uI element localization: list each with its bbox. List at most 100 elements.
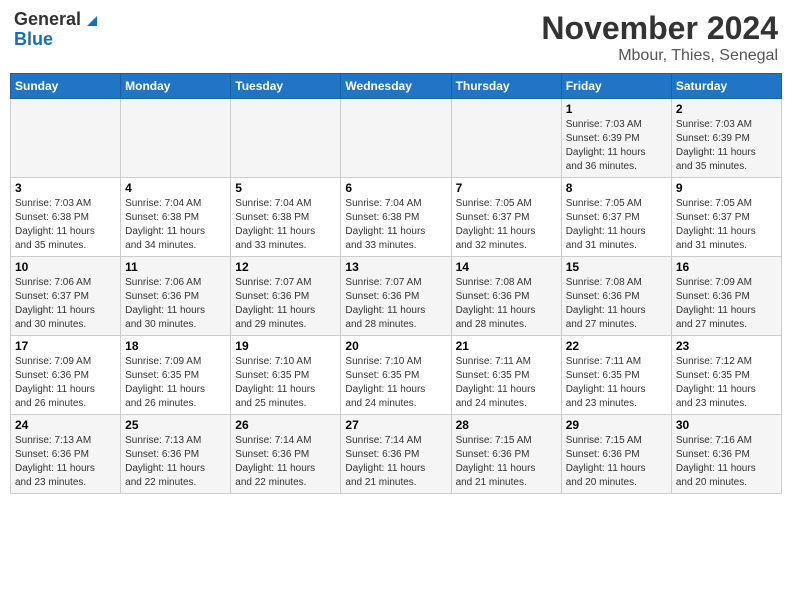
day-info-1-4: Sunrise: 7:05 AM Sunset: 6:37 PM Dayligh…	[456, 197, 557, 253]
day-cell-1-4: 7 Sunrise: 7:05 AM Sunset: 6:37 PM Daylig…	[451, 178, 561, 257]
day-info-1-2: Sunrise: 7:04 AM Sunset: 6:38 PM Dayligh…	[235, 197, 336, 253]
day-info-3-2: Sunrise: 7:10 AM Sunset: 6:35 PM Dayligh…	[235, 355, 336, 411]
day-info-1-5: Sunrise: 7:05 AM Sunset: 6:37 PM Dayligh…	[566, 197, 667, 253]
day-number-3-0: 17	[15, 339, 116, 353]
day-info-3-3: Sunrise: 7:10 AM Sunset: 6:35 PM Dayligh…	[345, 355, 446, 411]
day-number-1-3: 6	[345, 181, 446, 195]
day-number-2-5: 15	[566, 260, 667, 274]
day-number-4-1: 25	[125, 418, 226, 432]
day-cell-4-6: 30 Sunrise: 7:16 AM Sunset: 6:36 PM Dayli…	[671, 415, 781, 494]
day-cell-4-3: 27 Sunrise: 7:14 AM Sunset: 6:36 PM Dayli…	[341, 415, 451, 494]
day-cell-3-6: 23Sunrise: 7:12 AM Sunset: 6:35 PM Dayli…	[671, 336, 781, 415]
header-friday: Friday	[561, 74, 671, 99]
logo-triangle-icon	[83, 12, 99, 28]
day-cell-0-0	[11, 99, 121, 178]
day-cell-3-4: 21Sunrise: 7:11 AM Sunset: 6:35 PM Dayli…	[451, 336, 561, 415]
day-cell-3-3: 20 Sunrise: 7:10 AM Sunset: 6:35 PM Dayli…	[341, 336, 451, 415]
week-row-4: 24 Sunrise: 7:13 AM Sunset: 6:36 PM Dayli…	[11, 415, 782, 494]
day-info-2-1: Sunrise: 7:06 AM Sunset: 6:36 PM Dayligh…	[125, 276, 226, 332]
day-number-3-4: 21	[456, 339, 557, 353]
day-cell-1-6: 9 Sunrise: 7:05 AM Sunset: 6:37 PM Daylig…	[671, 178, 781, 257]
week-row-1: 3 Sunrise: 7:03 AM Sunset: 6:38 PM Daylig…	[11, 178, 782, 257]
day-info-1-3: Sunrise: 7:04 AM Sunset: 6:38 PM Dayligh…	[345, 197, 446, 253]
weekday-row: Sunday Monday Tuesday Wednesday Thursday…	[11, 74, 782, 99]
page-header: General Blue November 2024 Mbour, Thies,…	[10, 10, 782, 65]
day-info-2-2: Sunrise: 7:07 AM Sunset: 6:36 PM Dayligh…	[235, 276, 336, 332]
day-cell-2-1: 11 Sunrise: 7:06 AM Sunset: 6:36 PM Dayli…	[121, 257, 231, 336]
day-number-4-3: 27	[345, 418, 446, 432]
logo-blue: Blue	[14, 30, 99, 50]
day-cell-2-2: 12 Sunrise: 7:07 AM Sunset: 6:36 PM Dayli…	[231, 257, 341, 336]
day-info-4-4: Sunrise: 7:15 AM Sunset: 6:36 PM Dayligh…	[456, 434, 557, 490]
header-saturday: Saturday	[671, 74, 781, 99]
day-number-4-0: 24	[15, 418, 116, 432]
calendar-header: Sunday Monday Tuesday Wednesday Thursday…	[11, 74, 782, 99]
day-info-1-0: Sunrise: 7:03 AM Sunset: 6:38 PM Dayligh…	[15, 197, 116, 253]
day-number-3-5: 22	[566, 339, 667, 353]
day-number-2-6: 16	[676, 260, 777, 274]
day-cell-4-2: 26 Sunrise: 7:14 AM Sunset: 6:36 PM Dayli…	[231, 415, 341, 494]
day-number-0-5: 1	[566, 102, 667, 116]
day-number-2-2: 12	[235, 260, 336, 274]
day-number-4-4: 28	[456, 418, 557, 432]
day-cell-2-3: 13Sunrise: 7:07 AM Sunset: 6:36 PM Dayli…	[341, 257, 451, 336]
header-sunday: Sunday	[11, 74, 121, 99]
day-info-4-6: Sunrise: 7:16 AM Sunset: 6:36 PM Dayligh…	[676, 434, 777, 490]
day-cell-1-0: 3 Sunrise: 7:03 AM Sunset: 6:38 PM Daylig…	[11, 178, 121, 257]
day-cell-1-5: 8Sunrise: 7:05 AM Sunset: 6:37 PM Daylig…	[561, 178, 671, 257]
day-info-0-6: Sunrise: 7:03 AM Sunset: 6:39 PM Dayligh…	[676, 118, 777, 174]
day-cell-2-0: 10Sunrise: 7:06 AM Sunset: 6:37 PM Dayli…	[11, 257, 121, 336]
day-info-2-6: Sunrise: 7:09 AM Sunset: 6:36 PM Dayligh…	[676, 276, 777, 332]
day-cell-4-1: 25 Sunrise: 7:13 AM Sunset: 6:36 PM Dayli…	[121, 415, 231, 494]
day-cell-1-3: 6 Sunrise: 7:04 AM Sunset: 6:38 PM Daylig…	[341, 178, 451, 257]
day-number-4-2: 26	[235, 418, 336, 432]
day-cell-0-6: 2Sunrise: 7:03 AM Sunset: 6:39 PM Daylig…	[671, 99, 781, 178]
day-cell-2-4: 14 Sunrise: 7:08 AM Sunset: 6:36 PM Dayli…	[451, 257, 561, 336]
day-cell-1-2: 5 Sunrise: 7:04 AM Sunset: 6:38 PM Daylig…	[231, 178, 341, 257]
day-number-2-1: 11	[125, 260, 226, 274]
day-info-2-3: Sunrise: 7:07 AM Sunset: 6:36 PM Dayligh…	[345, 276, 446, 332]
week-row-0: 1 Sunrise: 7:03 AM Sunset: 6:39 PM Daylig…	[11, 99, 782, 178]
day-cell-2-5: 15 Sunrise: 7:08 AM Sunset: 6:36 PM Dayli…	[561, 257, 671, 336]
day-info-4-1: Sunrise: 7:13 AM Sunset: 6:36 PM Dayligh…	[125, 434, 226, 490]
day-number-2-4: 14	[456, 260, 557, 274]
logo-general: General	[14, 10, 81, 30]
header-monday: Monday	[121, 74, 231, 99]
day-info-3-5: Sunrise: 7:11 AM Sunset: 6:35 PM Dayligh…	[566, 355, 667, 411]
day-number-1-6: 9	[676, 181, 777, 195]
day-info-4-0: Sunrise: 7:13 AM Sunset: 6:36 PM Dayligh…	[15, 434, 116, 490]
day-info-0-5: Sunrise: 7:03 AM Sunset: 6:39 PM Dayligh…	[566, 118, 667, 174]
day-number-4-6: 30	[676, 418, 777, 432]
day-info-2-5: Sunrise: 7:08 AM Sunset: 6:36 PM Dayligh…	[566, 276, 667, 332]
day-number-3-6: 23	[676, 339, 777, 353]
day-number-2-0: 10	[15, 260, 116, 274]
week-row-3: 17 Sunrise: 7:09 AM Sunset: 6:36 PM Dayli…	[11, 336, 782, 415]
day-number-1-0: 3	[15, 181, 116, 195]
day-cell-2-6: 16 Sunrise: 7:09 AM Sunset: 6:36 PM Dayli…	[671, 257, 781, 336]
day-cell-0-3	[341, 99, 451, 178]
day-number-1-4: 7	[456, 181, 557, 195]
week-row-2: 10Sunrise: 7:06 AM Sunset: 6:37 PM Dayli…	[11, 257, 782, 336]
day-info-1-6: Sunrise: 7:05 AM Sunset: 6:37 PM Dayligh…	[676, 197, 777, 253]
month-title: November 2024	[541, 10, 778, 47]
day-info-4-3: Sunrise: 7:14 AM Sunset: 6:36 PM Dayligh…	[345, 434, 446, 490]
header-tuesday: Tuesday	[231, 74, 341, 99]
header-thursday: Thursday	[451, 74, 561, 99]
day-number-3-3: 20	[345, 339, 446, 353]
day-cell-4-5: 29Sunrise: 7:15 AM Sunset: 6:36 PM Dayli…	[561, 415, 671, 494]
title-area: November 2024 Mbour, Thies, Senegal	[541, 10, 778, 65]
day-cell-3-5: 22 Sunrise: 7:11 AM Sunset: 6:35 PM Dayli…	[561, 336, 671, 415]
day-cell-4-4: 28 Sunrise: 7:15 AM Sunset: 6:36 PM Dayli…	[451, 415, 561, 494]
calendar-body: 1 Sunrise: 7:03 AM Sunset: 6:39 PM Daylig…	[11, 99, 782, 494]
day-number-1-2: 5	[235, 181, 336, 195]
day-cell-0-1	[121, 99, 231, 178]
day-number-4-5: 29	[566, 418, 667, 432]
day-info-2-4: Sunrise: 7:08 AM Sunset: 6:36 PM Dayligh…	[456, 276, 557, 332]
day-cell-3-2: 19Sunrise: 7:10 AM Sunset: 6:35 PM Dayli…	[231, 336, 341, 415]
day-cell-3-1: 18Sunrise: 7:09 AM Sunset: 6:35 PM Dayli…	[121, 336, 231, 415]
day-info-3-0: Sunrise: 7:09 AM Sunset: 6:36 PM Dayligh…	[15, 355, 116, 411]
calendar-table: Sunday Monday Tuesday Wednesday Thursday…	[10, 73, 782, 494]
day-cell-0-4	[451, 99, 561, 178]
day-info-4-2: Sunrise: 7:14 AM Sunset: 6:36 PM Dayligh…	[235, 434, 336, 490]
day-info-3-1: Sunrise: 7:09 AM Sunset: 6:35 PM Dayligh…	[125, 355, 226, 411]
